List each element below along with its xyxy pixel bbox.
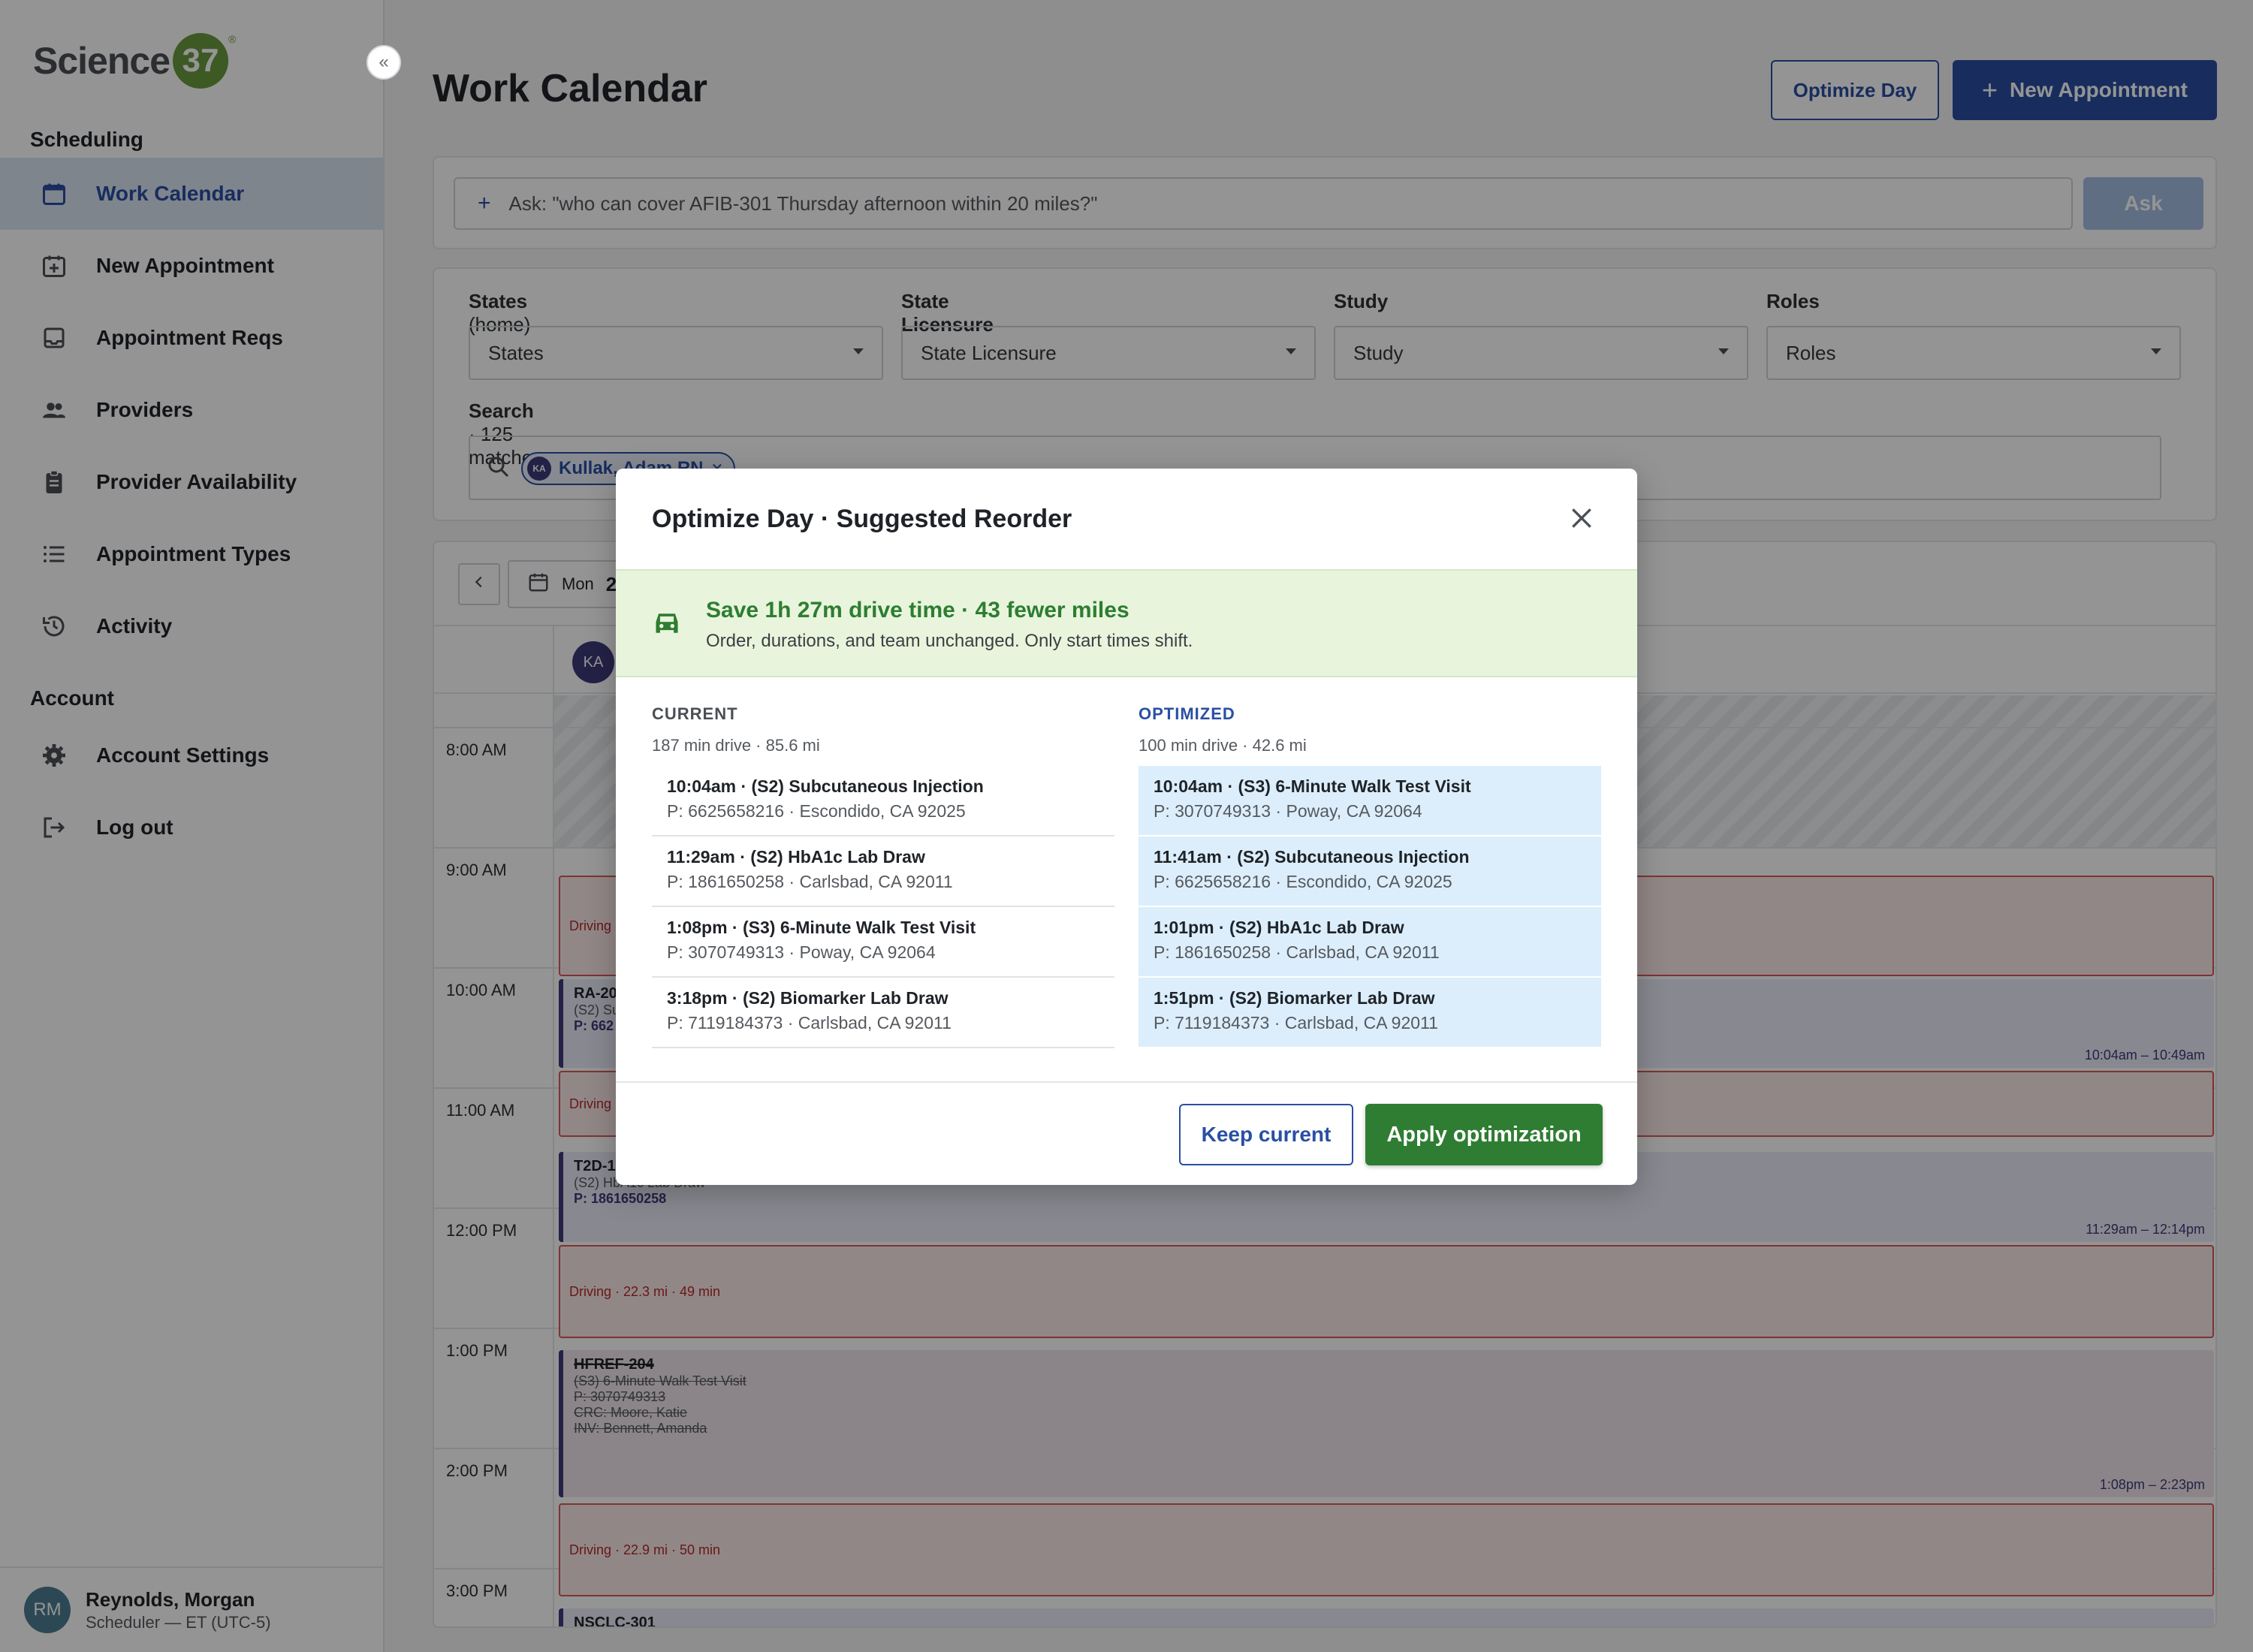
row-title: 10:04am · (S2) Subcutaneous Injection: [667, 776, 984, 796]
row-subtitle: P: 3070749313 · Poway, CA 92064: [1154, 801, 1422, 821]
row-subtitle: P: 1861650258 · Carlsbad, CA 92011: [1154, 942, 1440, 962]
optimized-schedule-row: 10:04am · (S3) 6-Minute Walk Test Visit …: [1139, 766, 1601, 837]
current-schedule-row: 11:29am · (S2) HbA1c Lab Draw P: 1861650…: [652, 837, 1114, 907]
car-icon: [650, 608, 683, 638]
modal-footer: Keep current Apply optimization: [616, 1081, 1637, 1185]
savings-subtitle: Order, durations, and team unchanged. On…: [706, 631, 1193, 651]
row-subtitle: P: 7119184373 · Carlsbad, CA 92011: [1154, 1013, 1438, 1032]
optimized-heading: OPTIMIZED: [1139, 704, 1235, 723]
current-schedule-column: CURRENT 187 min drive · 85.6 mi 10:04am …: [652, 704, 1114, 1048]
row-title: 11:29am · (S2) HbA1c Lab Draw: [667, 847, 925, 867]
row-subtitle: P: 6625658216 · Escondido, CA 92025: [1154, 872, 1452, 891]
current-schedule-row: 10:04am · (S2) Subcutaneous Injection P:…: [652, 766, 1114, 837]
row-title: 1:01pm · (S2) HbA1c Lab Draw: [1154, 918, 1404, 937]
optimized-schedule-column: OPTIMIZED 100 min drive · 42.6 mi 10:04a…: [1139, 704, 1601, 1048]
optimized-summary: 100 min drive · 42.6 mi: [1139, 736, 1307, 755]
row-title: 1:51pm · (S2) Biomarker Lab Draw: [1154, 988, 1435, 1008]
row-title: 3:18pm · (S2) Biomarker Lab Draw: [667, 988, 949, 1008]
savings-banner: Save 1h 27m drive time · 43 fewer miles …: [616, 569, 1637, 677]
row-subtitle: P: 3070749313 · Poway, CA 92064: [667, 942, 936, 962]
keep-current-button[interactable]: Keep current: [1179, 1104, 1353, 1165]
current-schedule-row: 1:08pm · (S3) 6-Minute Walk Test Visit P…: [652, 907, 1114, 978]
current-summary: 187 min drive · 85.6 mi: [652, 736, 820, 755]
row-subtitle: P: 6625658216 · Escondido, CA 92025: [667, 801, 966, 821]
optimize-day-modal: Optimize Day · Suggested Reorder Save 1h…: [616, 469, 1637, 1185]
optimized-schedule-row: 1:51pm · (S2) Biomarker Lab Draw P: 7119…: [1139, 978, 1601, 1048]
close-icon[interactable]: [1567, 503, 1597, 533]
optimized-schedule-row: 1:01pm · (S2) HbA1c Lab Draw P: 18616502…: [1139, 907, 1601, 978]
apply-optimization-button[interactable]: Apply optimization: [1365, 1104, 1603, 1165]
current-heading: CURRENT: [652, 704, 738, 723]
row-subtitle: P: 7119184373 · Carlsbad, CA 92011: [667, 1013, 952, 1032]
collapse-sidebar-button[interactable]: «: [366, 45, 401, 80]
row-title: 1:08pm · (S3) 6-Minute Walk Test Visit: [667, 918, 976, 937]
current-schedule-row: 3:18pm · (S2) Biomarker Lab Draw P: 7119…: [652, 978, 1114, 1048]
row-title: 10:04am · (S3) 6-Minute Walk Test Visit: [1154, 776, 1471, 796]
optimized-schedule-row: 11:41am · (S2) Subcutaneous Injection P:…: [1139, 837, 1601, 907]
row-title: 11:41am · (S2) Subcutaneous Injection: [1154, 847, 1470, 867]
savings-title: Save 1h 27m drive time · 43 fewer miles: [706, 598, 1130, 623]
row-subtitle: P: 1861650258 · Carlsbad, CA 92011: [667, 872, 953, 891]
modal-title: Optimize Day · Suggested Reorder: [652, 505, 1072, 533]
